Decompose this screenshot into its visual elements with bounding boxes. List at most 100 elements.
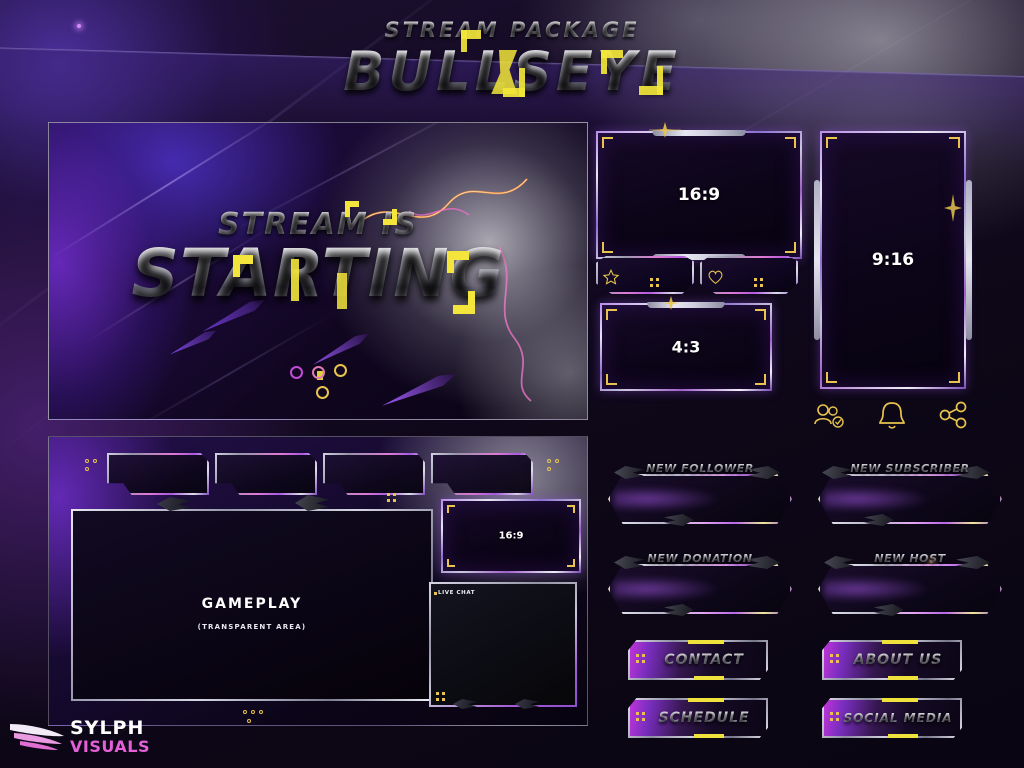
panel-button-label: ABOUT US	[824, 652, 960, 668]
share-icon[interactable]	[936, 398, 972, 432]
gold-dot-cluster	[636, 712, 645, 721]
title-accent-mark	[601, 50, 608, 74]
corner-bracket	[949, 372, 960, 383]
accent-bar	[882, 640, 918, 644]
panel-button-label: SCHEDULE	[630, 710, 766, 726]
panel-button-contact[interactable]: CONTACT	[628, 640, 768, 680]
gold-dot-cluster	[754, 278, 763, 287]
accent-mark	[392, 209, 397, 225]
gold-dot-cluster	[650, 278, 659, 287]
stream-package-mockup: STREAM PACKAGE BULLSEYE STREAM IS STARTI…	[0, 0, 1024, 768]
webcam-widget-heart	[700, 256, 798, 294]
ring	[290, 366, 303, 379]
accent-mark	[345, 201, 350, 217]
frame-side-rail	[966, 180, 972, 340]
panel-button-label: SOCIAL MEDIA	[824, 711, 960, 725]
starting-line-2: STARTING	[49, 235, 587, 312]
header: STREAM PACKAGE BULLSEYE	[0, 18, 1024, 103]
gameplay-subtitle: (TRANSPARENT AREA)	[197, 623, 307, 631]
corner-bracket	[826, 137, 837, 148]
social-icon-row	[808, 398, 974, 434]
frame-sparkle-icon	[944, 194, 962, 222]
panel-button-schedule[interactable]: SCHEDULE	[628, 698, 768, 738]
frame-sparkle-icon	[649, 122, 681, 138]
title-accent-mark	[461, 30, 468, 52]
accent-bar	[694, 676, 724, 680]
ring	[316, 386, 329, 399]
bell-icon[interactable]	[874, 398, 910, 432]
live-chat-label: LIVE CHAT	[438, 590, 476, 596]
accent-mark	[337, 273, 347, 309]
decor-shard	[168, 327, 218, 358]
alert-label: NEW DONATION	[608, 552, 792, 565]
corner-bracket	[447, 559, 455, 567]
topbar-widget	[107, 453, 209, 495]
title-accent-mark	[519, 68, 526, 97]
corner-bracket	[447, 505, 455, 513]
alert-frame	[608, 564, 792, 614]
alert-new-host: NEW HOST	[818, 550, 1002, 616]
logo-line-2: VISUALS	[70, 737, 150, 756]
title-accent-mark	[657, 66, 664, 95]
frame-sparkle-icon	[663, 296, 679, 310]
logo-line-1: SYLPH	[70, 717, 145, 739]
star-icon	[602, 268, 620, 285]
alert-new-subscriber: NEW SUBSCRIBER	[818, 460, 1002, 526]
decor-shard	[380, 369, 458, 412]
webcam-frame-9-16: 9:16	[820, 131, 966, 389]
gold-dot-cluster	[547, 459, 559, 471]
gold-dot-cluster	[85, 459, 97, 471]
panel-button-social-media[interactable]: SOCIAL MEDIA	[822, 698, 962, 738]
aspect-ratio-label: 4:3	[671, 337, 701, 357]
panel-button-label: CONTACT	[630, 652, 766, 668]
corner-bracket	[567, 559, 575, 567]
topbar-widget	[323, 453, 425, 495]
corner-bracket	[826, 372, 837, 383]
gold-dot-cluster	[247, 719, 251, 723]
gameplay-overlay-preview: GAMEPLAY (TRANSPARENT AREA) 16:9 LIVE CH…	[48, 436, 588, 726]
gold-dot-cluster	[830, 712, 839, 721]
gold-dot-cluster	[243, 710, 263, 714]
webcam-widget-star	[596, 256, 694, 294]
alert-frame	[608, 474, 792, 524]
accent-bar	[882, 698, 918, 702]
gold-dot-cluster	[436, 692, 445, 701]
alert-label: NEW HOST	[818, 552, 1002, 565]
gold-dot-cluster	[636, 654, 645, 663]
frame-side-rail	[814, 180, 820, 340]
aspect-ratio-label: 9:16	[871, 250, 915, 270]
alert-new-follower: NEW FOLLOWER	[608, 460, 792, 526]
alert-label: NEW FOLLOWER	[608, 462, 792, 475]
accent-bar	[888, 676, 918, 680]
webcam-frame-4-3: 4:3	[600, 302, 772, 391]
chat-bullet-icon	[434, 592, 437, 595]
gameplay-webcam-16-9: 16:9	[441, 499, 581, 573]
corner-bracket	[602, 137, 613, 148]
gold-dot-cluster	[387, 493, 396, 502]
accent-bar	[688, 698, 724, 702]
live-chat-panel: LIVE CHAT	[429, 582, 577, 709]
alert-frame	[818, 564, 1002, 614]
follow-icon[interactable]	[812, 398, 848, 432]
ring	[312, 366, 325, 379]
panel-button-about-us[interactable]: ABOUT US	[822, 640, 962, 680]
webcam-frame-16-9: 16:9	[596, 130, 802, 260]
sylph-visuals-logo: SYLPH VISUALS	[8, 712, 158, 760]
topbar-widget	[215, 453, 317, 495]
corner-bracket	[567, 505, 575, 513]
alert-new-donation: NEW DONATION	[608, 550, 792, 616]
aspect-ratio-label: 16:9	[677, 185, 721, 205]
heart-icon	[708, 270, 723, 285]
arrow-decoration	[515, 699, 539, 709]
alert-frame	[818, 474, 1002, 524]
accent-mark	[291, 259, 299, 301]
corner-bracket	[606, 309, 617, 320]
corner-bracket	[606, 374, 617, 385]
ring	[334, 364, 347, 377]
header-subtitle: STREAM PACKAGE	[0, 18, 1024, 42]
accent-mark	[468, 291, 475, 314]
wing-icon	[10, 724, 64, 750]
gold-dot-cluster	[830, 654, 839, 663]
gameplay-transparent-area: GAMEPLAY (TRANSPARENT AREA)	[71, 509, 433, 701]
corner-bracket	[949, 137, 960, 148]
